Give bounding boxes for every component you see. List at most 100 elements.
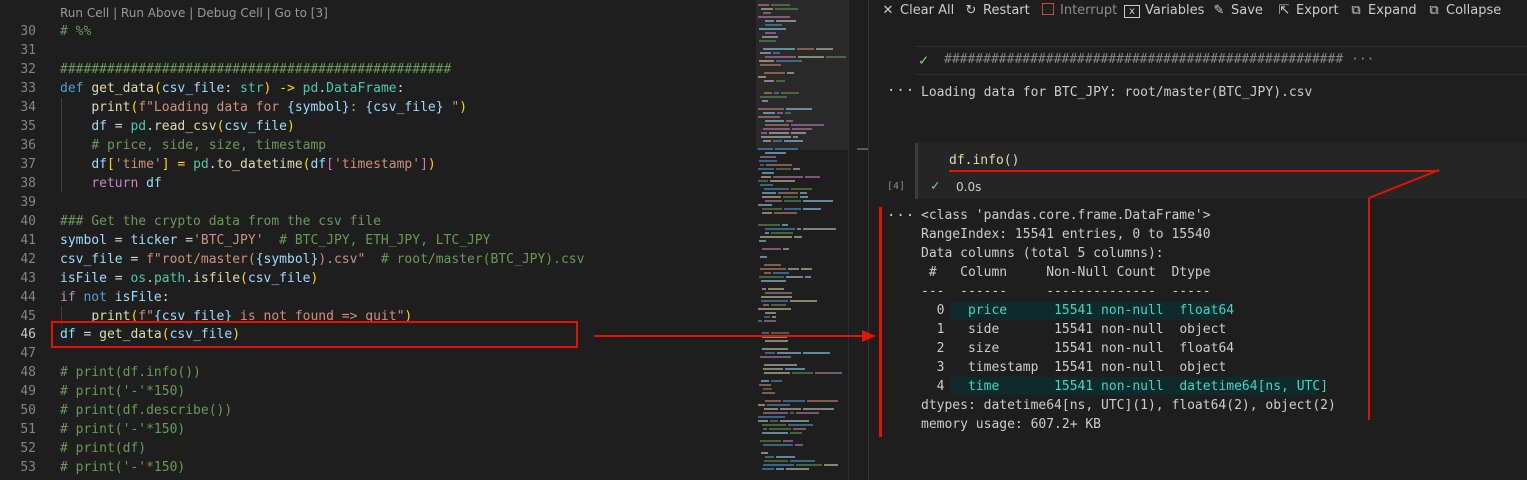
code-line[interactable]: 51 # print('-'*150) xyxy=(0,420,756,439)
minimap-line xyxy=(760,52,771,54)
minimap-line xyxy=(759,28,786,30)
minimap-line xyxy=(776,20,796,22)
minimap-line xyxy=(786,108,812,110)
line-number: 47 xyxy=(20,346,36,361)
minimap-line xyxy=(764,264,781,266)
minimap-line xyxy=(783,400,805,402)
minimap-line xyxy=(765,200,782,202)
code-line[interactable]: 37 df['time'] = pd.to_datetime(df['times… xyxy=(0,155,756,174)
minimap-line xyxy=(758,224,780,226)
minimap-line xyxy=(758,308,791,310)
minimap-line xyxy=(796,412,819,414)
code-line[interactable]: 43 isFile = os.path.isfile(csv_file) xyxy=(0,269,756,288)
minimap-line xyxy=(764,272,771,274)
code-line[interactable]: 52 # print(df) xyxy=(0,439,756,458)
minimap-line xyxy=(771,232,793,234)
line-number: 39 xyxy=(20,195,36,210)
minimap-line xyxy=(765,228,795,230)
code-line[interactable]: 31 xyxy=(0,41,756,60)
minimap-line xyxy=(800,192,807,194)
code-line[interactable]: 38 return df xyxy=(0,174,756,193)
minimap-line xyxy=(773,52,780,54)
minimap-line xyxy=(784,200,801,202)
minimap-line xyxy=(764,320,776,322)
minimap-line xyxy=(807,400,838,402)
minimap-line xyxy=(758,16,790,18)
minimap-line xyxy=(761,300,788,302)
minimap-line xyxy=(786,120,793,122)
minimap-line xyxy=(778,192,798,194)
minimap-line xyxy=(764,408,778,410)
minimap-line xyxy=(764,316,770,318)
code-line[interactable]: 34 print(f"Loading data for {symbol}: {c… xyxy=(0,98,756,117)
line-number: 46 xyxy=(20,327,36,342)
minimap-line xyxy=(764,72,785,74)
minimap-line xyxy=(777,112,783,114)
minimap-line xyxy=(766,164,792,166)
line-number: 37 xyxy=(20,157,36,172)
code-line[interactable]: 39 xyxy=(0,193,756,212)
minimap-line xyxy=(770,420,778,422)
minimap-line xyxy=(805,176,820,178)
minimap-line xyxy=(762,348,788,350)
minimap-line xyxy=(761,280,786,282)
minimap-line xyxy=(782,224,788,226)
minimap-line xyxy=(771,4,790,6)
line-number: 34 xyxy=(20,100,36,115)
minimap-line xyxy=(758,168,774,170)
code-line[interactable]: 49 # print('-'*150) xyxy=(0,382,756,401)
minimap-line xyxy=(794,236,802,238)
annotation-arrow xyxy=(594,330,876,342)
minimap-line xyxy=(786,276,803,278)
code-editor[interactable]: Run Cell | Run Above | Debug Cell | Go t… xyxy=(0,0,756,480)
minimap[interactable] xyxy=(756,0,848,480)
minimap-line xyxy=(762,196,781,198)
minimap-line xyxy=(768,288,784,290)
minimap-line xyxy=(762,392,775,394)
minimap-line xyxy=(760,156,776,158)
code-line[interactable]: 36 # price, side, size, timestamp xyxy=(0,136,756,155)
minimap-line xyxy=(803,228,836,230)
code-line[interactable]: 35 df = pd.read_csv(csv_file) xyxy=(0,117,756,136)
code-line[interactable]: 40 ### Get the crypto data from the csv f… xyxy=(0,212,756,231)
minimap-line xyxy=(759,40,776,42)
code-line[interactable]: 48 # print(df.info()) xyxy=(0,363,756,382)
code-line[interactable]: 50 # print(df.describe()) xyxy=(0,401,756,420)
minimap-line xyxy=(790,412,794,414)
minimap-line xyxy=(793,168,800,170)
code-line[interactable]: 33 def get_data(csv_file: str) -> pd.Data… xyxy=(0,79,756,98)
minimap-line xyxy=(790,460,815,462)
minimap-line xyxy=(780,408,801,410)
minimap-line xyxy=(758,108,784,110)
line-number: 50 xyxy=(20,403,36,418)
minimap-line xyxy=(765,56,796,58)
minimap-line xyxy=(761,380,769,382)
minimap-line xyxy=(758,320,762,322)
code-line[interactable]: 41 symbol = ticker ='BTC_JPY' # BTC_JPY, … xyxy=(0,231,756,250)
minimap-line xyxy=(826,56,846,58)
minimap-line xyxy=(791,132,806,134)
interactive-window[interactable]: ✕ Clear All ↻ Restart Interrupt x Variables… xyxy=(868,0,1527,480)
minimap-line xyxy=(769,428,791,430)
code-line[interactable]: 32 ######################################… xyxy=(0,60,756,79)
minimap-line xyxy=(765,120,784,122)
code-line[interactable]: 53 # print('-'*150) xyxy=(0,458,756,477)
minimap-line xyxy=(788,268,799,270)
code-line[interactable]: 44 if not isFile: xyxy=(0,288,756,307)
minimap-line xyxy=(763,112,775,114)
code-line[interactable]: 42 csv_file = f"root/master({symbol}).csv… xyxy=(0,250,756,269)
minimap-line xyxy=(762,172,774,174)
editor-scrollbar[interactable] xyxy=(848,0,869,480)
minimap-line xyxy=(760,440,781,442)
minimap-line xyxy=(777,352,801,354)
minimap-line xyxy=(763,428,767,430)
code-line[interactable]: 30 # %% xyxy=(0,22,756,41)
minimap-line xyxy=(761,296,792,298)
minimap-line xyxy=(771,304,786,306)
minimap-line xyxy=(759,160,777,162)
minimap-line xyxy=(761,136,791,138)
codelens-bar[interactable]: Run Cell | Run Above | Debug Cell | Go t… xyxy=(60,5,328,22)
minimap-line xyxy=(792,128,812,130)
minimap-line xyxy=(763,412,788,414)
minimap-line xyxy=(762,100,768,102)
